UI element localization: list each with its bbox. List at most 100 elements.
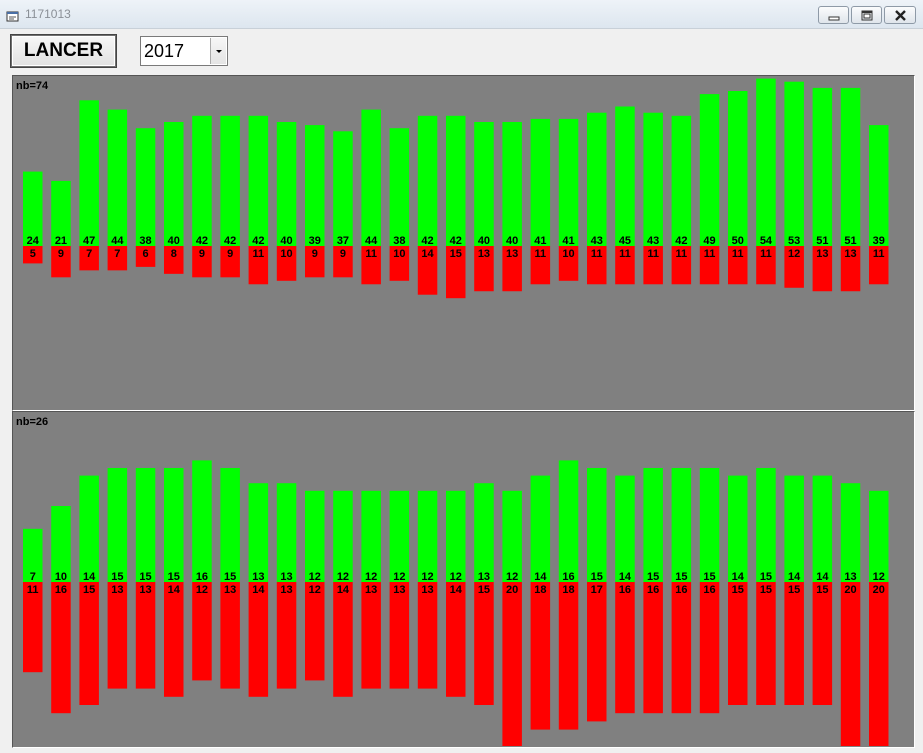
close-icon <box>895 10 906 21</box>
green-bar <box>558 118 579 246</box>
green-bar <box>305 125 325 246</box>
lancer-button[interactable]: LANCER <box>11 35 116 67</box>
red-bar-label: 13 <box>139 584 151 596</box>
green-bar <box>756 78 776 246</box>
chart-panel-2: nb=26 7 11 10 16 14 15 15 13 15 13 15 14 16 12 15 13 13 1… <box>12 411 915 748</box>
red-bar-label: 13 <box>421 584 433 596</box>
red-bar <box>587 582 607 722</box>
green-bar-label: 21 <box>55 235 67 247</box>
red-bar-label: 11 <box>873 248 885 260</box>
red-bar-label: 15 <box>816 584 828 596</box>
green-bar-label: 42 <box>252 235 264 247</box>
green-bar <box>671 468 692 582</box>
minimize-button[interactable] <box>818 6 849 24</box>
maximize-button[interactable] <box>851 6 882 24</box>
green-bar <box>333 490 353 582</box>
green-bar-label: 45 <box>619 235 631 247</box>
green-bar <box>643 468 663 582</box>
red-bar <box>220 582 240 689</box>
green-bar <box>530 118 551 246</box>
red-bar-label: 11 <box>619 248 631 260</box>
green-bar-label: 12 <box>450 571 462 583</box>
green-bar-label: 40 <box>168 235 180 247</box>
red-bar-label: 13 <box>365 584 377 596</box>
green-bar-label: 12 <box>365 571 377 583</box>
green-bar-label: 13 <box>280 571 292 583</box>
red-bar-label: 16 <box>675 584 687 596</box>
green-bar <box>276 483 297 582</box>
red-bar-label: 9 <box>340 248 346 260</box>
red-bar-label: 11 <box>27 584 39 596</box>
green-bar-label: 14 <box>788 571 801 583</box>
red-bar <box>671 582 692 714</box>
red-bar <box>474 582 494 705</box>
year-dropdown[interactable]: 2017 <box>140 36 228 66</box>
red-bar <box>756 582 776 705</box>
green-bar-label: 37 <box>337 235 349 247</box>
green-bar-label: 12 <box>421 571 433 583</box>
red-bar-label: 17 <box>591 584 603 596</box>
green-bar <box>220 468 240 582</box>
green-bar-label: 40 <box>280 235 292 247</box>
green-bar-label: 14 <box>534 571 547 583</box>
green-bar <box>728 475 748 582</box>
green-bar-label: 15 <box>591 571 603 583</box>
red-bar-label: 14 <box>252 584 265 596</box>
red-bar <box>79 582 99 705</box>
green-bar-label: 15 <box>760 571 772 583</box>
red-bar <box>784 582 804 705</box>
green-bar <box>812 475 833 582</box>
green-bar <box>671 115 692 246</box>
green-bar-label: 44 <box>365 235 378 247</box>
red-bar-label: 9 <box>312 248 318 260</box>
red-bar-label: 7 <box>86 248 92 260</box>
green-bar <box>840 483 861 582</box>
green-bar <box>699 94 720 246</box>
red-bar <box>333 582 353 697</box>
red-bar-label: 11 <box>760 248 772 260</box>
green-bar-label: 12 <box>337 571 349 583</box>
restore-icon <box>861 10 873 21</box>
green-bar-label: 13 <box>844 571 856 583</box>
red-bar <box>389 582 410 689</box>
red-bar-label: 14 <box>337 584 350 596</box>
red-bar-label: 16 <box>703 584 715 596</box>
red-bar-label: 11 <box>535 248 547 260</box>
green-bar <box>869 490 889 582</box>
green-bar-label: 49 <box>703 235 715 247</box>
green-bar-label: 13 <box>478 571 490 583</box>
red-bar-label: 14 <box>421 248 434 260</box>
green-bar-label: 15 <box>703 571 715 583</box>
green-bar <box>192 115 212 246</box>
green-bar <box>305 490 325 582</box>
red-bar <box>643 582 663 714</box>
red-bar-label: 10 <box>280 248 292 260</box>
green-bar <box>446 490 466 582</box>
red-bar-label: 16 <box>647 584 659 596</box>
red-bar-label: 11 <box>704 248 716 260</box>
green-bar-label: 51 <box>844 235 856 247</box>
app-window-icon <box>6 7 20 22</box>
red-bar <box>728 582 748 705</box>
green-bar-label: 16 <box>562 571 574 583</box>
green-bar-label: 47 <box>83 235 95 247</box>
green-bar <box>361 109 381 246</box>
red-bar-label: 13 <box>111 584 123 596</box>
red-bar-label: 15 <box>760 584 772 596</box>
green-bar <box>417 115 438 246</box>
green-bar <box>361 490 381 582</box>
green-bar-label: 39 <box>309 235 321 247</box>
dropdown-arrow[interactable] <box>210 38 226 64</box>
green-bar <box>220 115 240 246</box>
red-bar-label: 9 <box>58 248 64 260</box>
green-bar-label: 12 <box>309 571 321 583</box>
red-bar-label: 9 <box>199 248 205 260</box>
red-bar-label: 8 <box>171 248 177 260</box>
green-bar-label: 13 <box>252 571 264 583</box>
green-bar-label: 41 <box>534 235 546 247</box>
green-bar <box>192 460 212 582</box>
red-bar-label: 13 <box>393 584 405 596</box>
green-bar-label: 39 <box>873 235 885 247</box>
red-bar-label: 20 <box>873 584 885 596</box>
close-button[interactable] <box>884 6 916 24</box>
